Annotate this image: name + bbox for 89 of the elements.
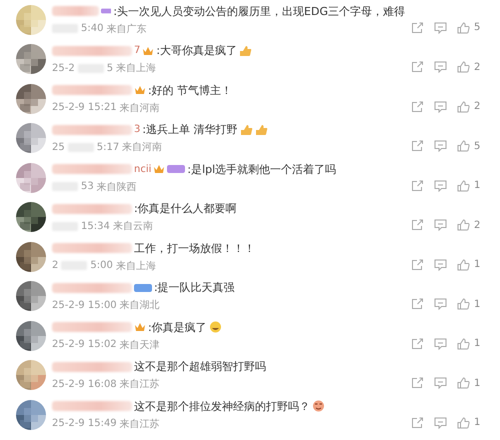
location: 来自陕西 xyxy=(96,180,137,194)
timestamp: 25-2-9 15:00 xyxy=(52,300,117,311)
share-icon[interactable] xyxy=(411,377,424,389)
location: 来自江苏 xyxy=(120,418,160,431)
like-icon[interactable] xyxy=(457,100,470,112)
laughing-face-icon xyxy=(208,321,222,334)
timestamp: 5 xyxy=(106,62,114,74)
like-icon[interactable] xyxy=(457,140,470,152)
like-count: 5 xyxy=(474,22,482,33)
comment-text: 工作，打一场放假！！！ xyxy=(134,240,255,256)
location: 来自云南 xyxy=(112,220,153,234)
comment-text: :是lpl选手就剩他一个活着了吗 xyxy=(187,162,336,177)
share-icon[interactable] xyxy=(411,22,424,34)
username[interactable]: ncii xyxy=(134,164,152,175)
comment-icon[interactable] xyxy=(434,140,447,152)
location: 来自江苏 xyxy=(120,378,160,392)
like-count: 2 xyxy=(474,62,482,72)
share-icon[interactable] xyxy=(411,298,424,310)
share-icon[interactable] xyxy=(411,338,424,350)
like-icon[interactable] xyxy=(457,258,470,270)
like-count: 1 xyxy=(474,180,482,191)
timestamp: 25-2-9 15:02 xyxy=(52,339,117,350)
like-icon[interactable] xyxy=(457,22,470,34)
comment-icon[interactable] xyxy=(434,180,447,192)
comment-icon[interactable] xyxy=(434,100,447,112)
location: 来自湖北 xyxy=(120,298,160,312)
like-icon[interactable] xyxy=(457,377,470,389)
share-icon[interactable] xyxy=(411,219,424,231)
share-icon[interactable] xyxy=(411,180,424,192)
comment-icon[interactable] xyxy=(434,61,447,73)
share-icon[interactable] xyxy=(411,258,424,270)
timestamp: 25-2-9 16:08 xyxy=(52,378,117,390)
timestamp: 2 xyxy=(52,260,58,272)
comment-text: 这不是那个超雄弱智打野吗 xyxy=(134,359,266,374)
timestamp: 25 xyxy=(52,142,65,153)
comment-icon[interactable] xyxy=(434,258,447,270)
like-count: 1 xyxy=(474,378,482,388)
timestamp: 5:17 xyxy=(96,142,120,153)
timestamp: 25-2-9 15:21 xyxy=(52,102,117,114)
share-icon[interactable] xyxy=(411,416,424,428)
like-count: 1 xyxy=(474,259,482,270)
comment-text: :你真是疯了 xyxy=(148,320,207,335)
comment-icon[interactable] xyxy=(434,298,447,310)
like-icon[interactable] xyxy=(457,338,470,350)
like-icon[interactable] xyxy=(457,416,470,428)
like-count: 1 xyxy=(474,298,482,310)
comment-text: :提一队比天真强 xyxy=(154,280,235,296)
location: 来自天津 xyxy=(120,338,160,352)
comment-text: :你真是什么人都要啊 xyxy=(134,201,237,216)
comment-icon[interactable] xyxy=(434,338,447,350)
timestamp: 15:34 xyxy=(81,220,110,232)
thumbs-up-icon xyxy=(239,44,252,57)
like-count: 5 xyxy=(474,140,482,152)
comment-text: :头一次见人员变动公告的履历里，出现EDG三个字母，难得 xyxy=(113,4,405,19)
like-icon[interactable] xyxy=(457,61,470,73)
comment-text: :好的 节气博主！ xyxy=(148,82,232,98)
location: 来自上海 xyxy=(116,62,156,76)
comment-text: :大哥你真是疯了 xyxy=(156,43,238,58)
location: 来自河南 xyxy=(122,140,162,154)
location: 来自上海 xyxy=(116,260,156,273)
comment-icon[interactable] xyxy=(434,416,447,428)
location: 来自河南 xyxy=(120,102,160,115)
username[interactable]: 3 xyxy=(134,124,140,136)
share-icon[interactable] xyxy=(411,61,424,73)
comment-icon[interactable] xyxy=(434,219,447,231)
username[interactable]: 7 xyxy=(134,45,140,56)
like-count: 2 xyxy=(474,101,482,112)
smiling-face-icon xyxy=(312,400,325,412)
timestamp: 53 xyxy=(81,181,94,192)
comment-icon[interactable] xyxy=(434,377,447,389)
like-count: 2 xyxy=(474,220,482,230)
timestamp: 5:00 xyxy=(90,260,113,272)
thumbs-up-icon xyxy=(254,124,268,136)
share-icon[interactable] xyxy=(411,100,424,112)
blurred-username xyxy=(52,6,99,16)
timestamp: 25-2 xyxy=(52,62,75,74)
comment-text: :逃兵上单 清华打野 xyxy=(142,122,238,138)
like-icon[interactable] xyxy=(457,298,470,310)
timestamp: 5:40 xyxy=(81,23,104,34)
like-count: 1 xyxy=(474,417,482,428)
comment-text: 这不是那个排位发神经病的打野吗？ xyxy=(134,398,310,414)
location: 来自广东 xyxy=(106,22,146,36)
like-icon[interactable] xyxy=(457,219,470,231)
comment-icon[interactable] xyxy=(434,22,447,34)
like-count: 1 xyxy=(474,338,482,349)
share-icon[interactable] xyxy=(411,140,424,152)
timestamp: 25-2-9 15:49 xyxy=(52,418,117,430)
like-icon[interactable] xyxy=(457,180,470,192)
thumbs-up-icon xyxy=(240,124,253,136)
